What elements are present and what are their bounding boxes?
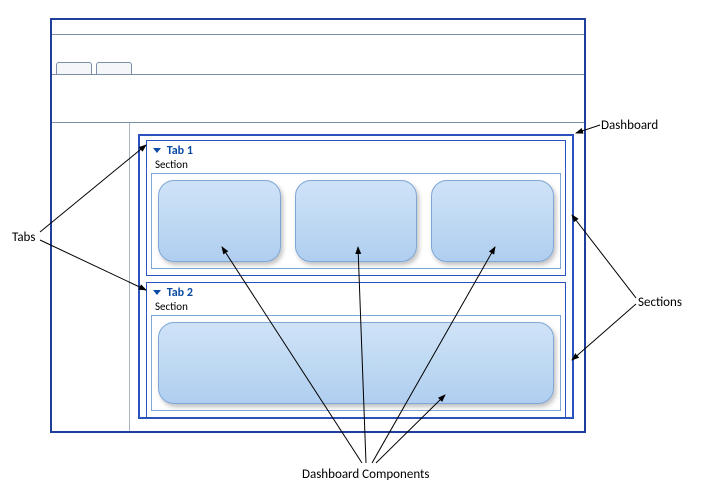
section-label: Section <box>151 158 561 173</box>
left-pane <box>52 123 130 431</box>
dashboard: Tab 1 Section Tab 2 Section <box>138 134 574 419</box>
dashboard-component[interactable] <box>295 180 418 262</box>
app-window: Tab 1 Section Tab 2 Section <box>50 18 586 433</box>
titlebar-divider <box>52 34 584 35</box>
chevron-down-icon <box>153 148 161 153</box>
chevron-down-icon <box>153 290 161 295</box>
tab-panel-1: Tab 1 Section <box>146 140 566 276</box>
tab-panel-2: Tab 2 Section <box>146 282 566 418</box>
callout-components: Dashboard Components <box>302 467 429 482</box>
window-tab-2[interactable] <box>96 62 132 74</box>
dashboard-component[interactable] <box>431 180 554 262</box>
section-label: Section <box>151 300 561 315</box>
callout-tabs: Tabs <box>12 230 35 245</box>
toolbar-divider-bottom <box>52 122 584 123</box>
tab-title-label: Tab 1 <box>167 144 193 158</box>
toolbar-divider-top <box>52 74 584 75</box>
window-tab-1[interactable] <box>56 62 92 74</box>
tab-header-2[interactable]: Tab 2 <box>151 285 561 300</box>
section-1 <box>151 173 561 269</box>
dashboard-component[interactable] <box>158 322 554 404</box>
section-2 <box>151 315 561 411</box>
dashboard-component[interactable] <box>158 180 281 262</box>
callout-sections: Sections <box>638 295 682 310</box>
callout-dashboard: Dashboard <box>601 118 658 133</box>
tab-title-label: Tab 2 <box>167 286 193 300</box>
tab-header-1[interactable]: Tab 1 <box>151 143 561 158</box>
